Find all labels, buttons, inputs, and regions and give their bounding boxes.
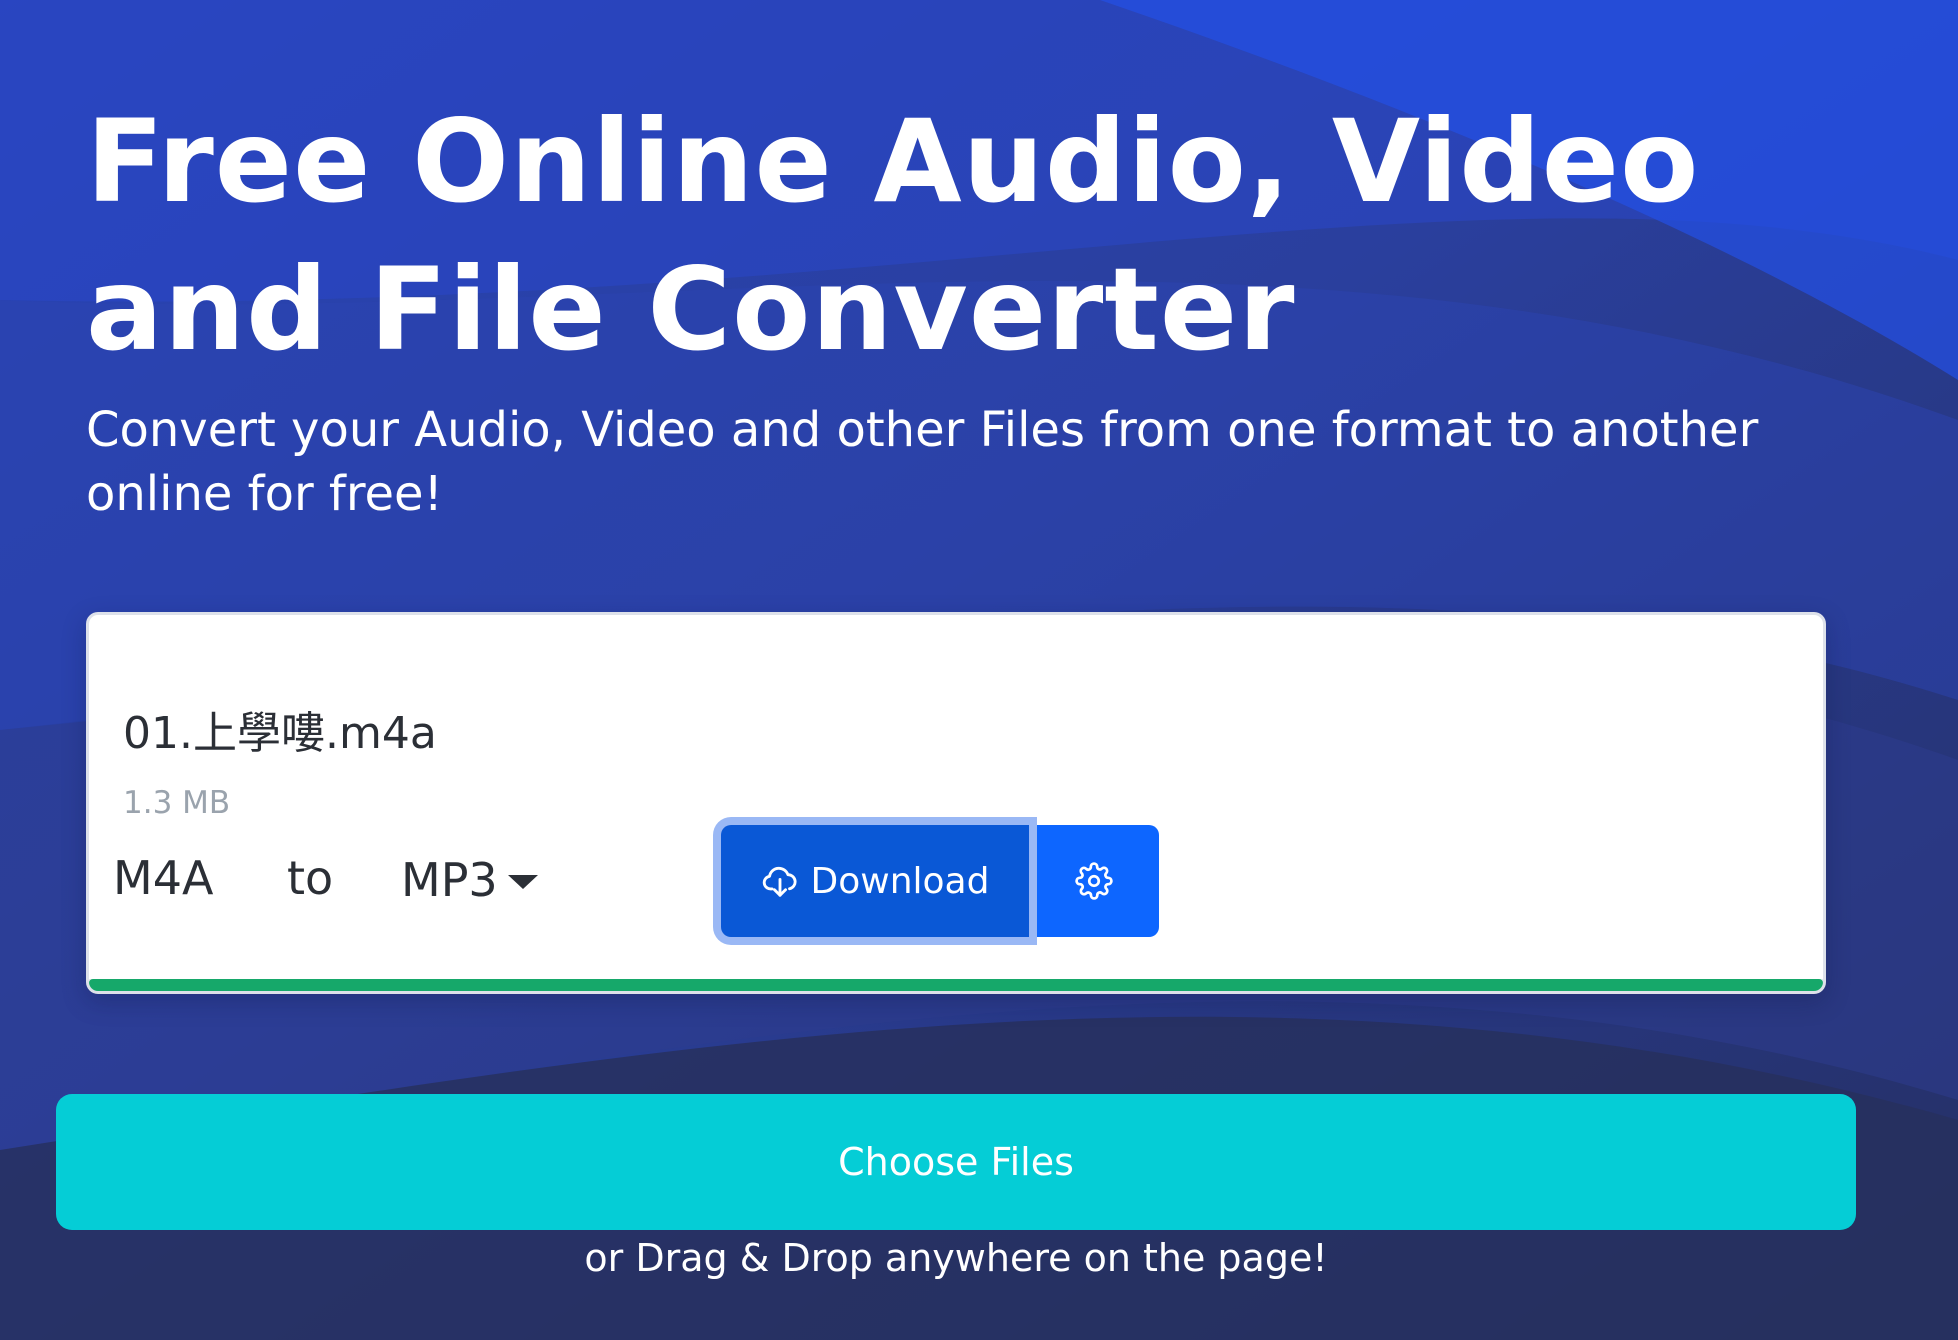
- drag-drop-hint: or Drag & Drop anywhere on the page!: [584, 1236, 1328, 1280]
- target-format-dropdown[interactable]: MP3: [401, 851, 538, 909]
- to-label: to: [287, 851, 334, 905]
- page-subtitle: Convert your Audio, Video and other File…: [86, 402, 1759, 522]
- conversion-progress-bar: [89, 979, 1823, 991]
- choose-files-button[interactable]: Choose Files: [56, 1094, 1856, 1230]
- file-name: 01.上學嘍.m4a: [123, 708, 437, 759]
- cloud-download-icon: [762, 866, 797, 897]
- converter-page: Free Online Audio, Video and File Conver…: [0, 0, 1958, 1340]
- caret-down-icon: [507, 875, 538, 889]
- conversion-progress-fill: [89, 979, 1823, 991]
- conversion-settings-button[interactable]: [1029, 825, 1159, 937]
- download-button[interactable]: Download: [721, 825, 1029, 937]
- gear-icon: [1075, 862, 1113, 900]
- download-label: Download: [810, 860, 990, 902]
- download-button-group: Download: [721, 825, 1159, 937]
- page-title: Free Online Audio, Video and File Conver…: [86, 95, 1700, 376]
- source-format: M4A: [113, 851, 214, 905]
- file-size: 1.3 MB: [123, 785, 231, 821]
- target-format-value: MP3: [401, 853, 498, 907]
- file-conversion-card: 01.上學嘍.m4a 1.3 MB M4A to MP3 Download: [86, 612, 1826, 994]
